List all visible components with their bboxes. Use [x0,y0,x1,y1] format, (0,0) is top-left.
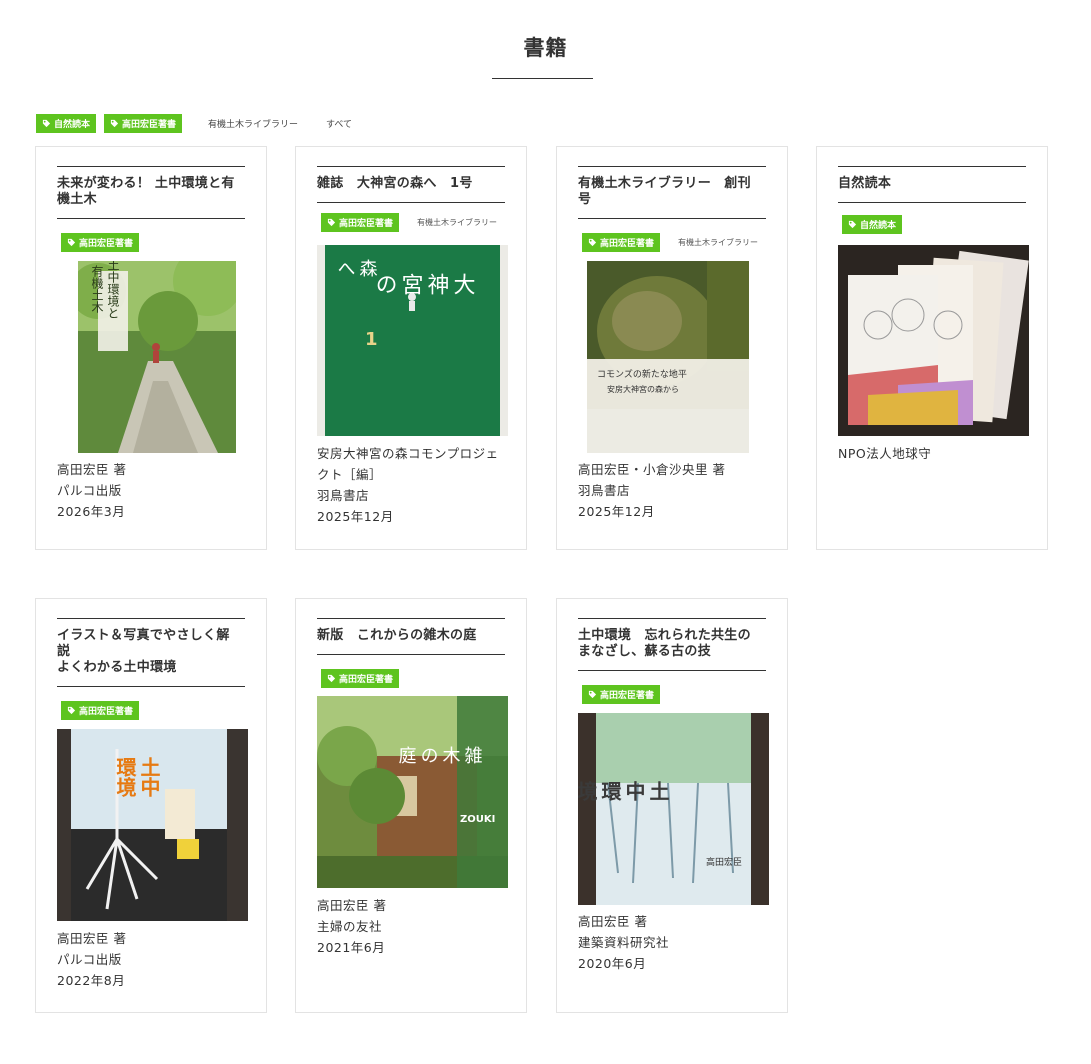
page-title: 書籍 [523,36,568,60]
cover-subtitle-text: 森へ [335,259,378,277]
book-date: 2026年3月 [57,504,126,519]
book-card[interactable]: イラスト＆写真でやさしく解 説 よくわかる土中環境 高田宏臣著書 土中環境 高田… [35,598,267,1013]
book-cover-image[interactable]: 土中環境 [57,729,248,921]
book-cover-image[interactable] [838,245,1029,436]
book-publisher: 羽鳥書店 [578,483,631,498]
book-meta: 高田宏臣 著 パルコ出版 2026年3月 [57,459,247,522]
tag-icon [110,119,119,128]
book-tag[interactable]: 高田宏臣著書 [61,233,140,252]
filter-tag-label: 高田宏臣著書 [122,120,177,130]
filter-tag-takada-books[interactable]: 高田宏臣著書 [104,114,183,133]
book-publisher: NPO法人地球守 [838,446,932,461]
book-author: 高田宏臣・小倉沙央里 著 [578,462,726,477]
tag-icon [42,119,51,128]
book-author: 安房大神宮の森コモンプロジェ クト［編］ [317,446,499,482]
book-tag[interactable]: 高田宏臣著書 [61,701,140,720]
book-tag-plain[interactable]: 有機土木ライブラリー [417,217,497,228]
book-cover-image[interactable]: 土中環境 高田宏臣 [578,713,769,905]
book-title[interactable]: 新版 これからの雑木の庭 [317,618,505,655]
tag-icon [327,218,336,227]
book-card[interactable]: 自然読本 自然読本 NPO法人地球守 [816,146,1048,550]
filter-link-library[interactable]: 有機土木ライブラリー [208,117,298,130]
book-tag[interactable]: 高田宏臣著書 [582,233,661,252]
book-title[interactable]: イラスト＆写真でやさしく解 説 よくわかる土中環境 [57,618,245,687]
cover-title-text: 土中環境 [113,757,161,798]
book-tag[interactable]: 高田宏臣著書 [321,213,400,232]
book-publisher: パルコ出版 [57,483,122,498]
category-filter-bar: 自然読本 高田宏臣著書 有機土木ライブラリー すべて [36,114,362,133]
book-tag-label: 高田宏臣著書 [79,707,134,717]
tag-icon [848,220,857,229]
tag-icon [588,690,597,699]
book-cover-image[interactable]: 雑木の庭 ZOUKI [317,696,508,888]
book-cover-image[interactable]: コモンズの新たな地平 安房大神宮の森から [587,261,749,453]
cover-number-text: 1 [365,329,378,350]
book-meta: NPO法人地球守 [838,443,1028,464]
book-tag-label: 高田宏臣著書 [79,239,134,249]
book-cover-image[interactable]: 大神宮の 森へ 1 [317,245,508,436]
book-publisher: パルコ出版 [57,952,122,967]
book-author: 高田宏臣 著 [578,914,648,929]
book-tag[interactable]: 自然読本 [842,215,903,234]
book-meta: 高田宏臣・小倉沙央里 著 羽鳥書店 2025年12月 [578,459,768,522]
tag-icon [67,706,76,715]
book-publisher: 建築資料研究社 [578,935,670,950]
book-tag-label: 高田宏臣著書 [339,675,394,685]
cover-author-text: 高田宏臣 [706,856,742,868]
book-card[interactable]: 有機土木ライブラリー 創刊 号 高田宏臣著書 有機土木ライブラリー コモンズの新… [556,146,788,550]
cover-subtitle-text: 安房大神宮の森から [607,384,679,394]
tag-icon [67,238,76,247]
book-tag-plain[interactable]: 有機土木ライブラリー [678,237,758,248]
book-tag[interactable]: 高田宏臣著書 [582,685,661,704]
book-publisher: 羽鳥書店 [317,488,370,503]
book-author: 高田宏臣 著 [57,462,127,477]
book-date: 2025年12月 [317,509,394,524]
book-author: 高田宏臣 著 [317,898,387,913]
book-card[interactable]: 雑誌 大神宮の森へ 1号 高田宏臣著書 有機土木ライブラリー 大神宮の 森へ 1… [295,146,527,550]
filter-tag-label: 自然読本 [54,120,91,130]
book-author: 高田宏臣 著 [57,931,127,946]
book-tag[interactable]: 高田宏臣著書 [321,669,400,688]
book-tag-label: 高田宏臣著書 [600,239,655,249]
filter-link-all[interactable]: すべて [326,117,352,130]
title-underline [492,78,593,79]
book-tag-label: 高田宏臣著書 [339,219,394,229]
book-card[interactable]: 新版 これからの雑木の庭 高田宏臣著書 雑木の庭 ZOUKI 高田宏臣 著 主婦… [295,598,527,1013]
book-title[interactable]: 雑誌 大神宮の森へ 1号 [317,166,505,203]
filter-tag-nature-reader[interactable]: 自然読本 [36,114,97,133]
book-tag-label: 自然読本 [860,221,897,231]
book-card[interactable]: 未来が変わる！ 土中環境と有 機土木 高田宏臣著書 土中環境と有機土木 高田宏臣… [35,146,267,550]
book-title[interactable]: 有機土木ライブラリー 創刊 号 [578,166,766,219]
book-card[interactable]: 土中環境 忘れられた共生の まなざし、蘇る古の技 高田宏臣著書 土中環境 高田宏… [556,598,788,1013]
book-date: 2021年6月 [317,940,386,955]
book-title[interactable]: 未来が変わる！ 土中環境と有 機土木 [57,166,245,219]
book-date: 2022年8月 [57,973,126,988]
book-tag-label: 高田宏臣著書 [600,691,655,701]
book-title[interactable]: 自然読本 [838,166,1026,203]
cover-title-text: 大神宮の [372,273,476,295]
book-date: 2020年6月 [578,956,647,971]
cover-title-text: コモンズの新たな地平 [597,368,687,380]
cover-title-text: 土中環境 [578,780,670,802]
tag-icon [588,238,597,247]
book-cover-image[interactable]: 土中環境と有機土木 [78,261,236,453]
book-date: 2025年12月 [578,504,655,519]
book-publisher: 主婦の友社 [317,919,383,934]
book-meta: 安房大神宮の森コモンプロジェ クト［編］ 羽鳥書店 2025年12月 [317,443,507,527]
tag-icon [327,674,336,683]
book-title[interactable]: 土中環境 忘れられた共生の まなざし、蘇る古の技 [578,618,766,671]
cover-title-text: 雑木の庭 [396,746,483,764]
book-meta: 高田宏臣 著 主婦の友社 2021年6月 [317,895,507,958]
cover-subtitle-text: ZOUKI [460,814,495,825]
book-meta: 高田宏臣 著 パルコ出版 2022年8月 [57,928,247,991]
book-meta: 高田宏臣 著 建築資料研究社 2020年6月 [578,911,768,974]
